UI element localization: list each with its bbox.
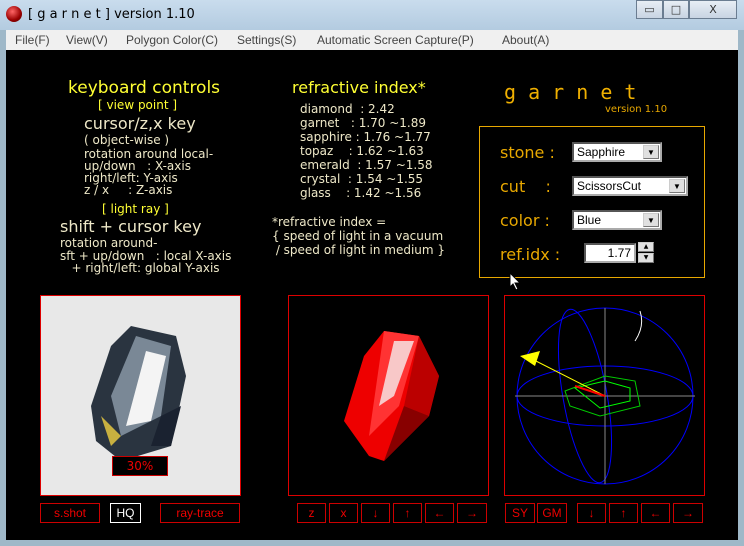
stone-select[interactable]: Sapphire ▼ bbox=[572, 142, 662, 162]
cut-label: cut : bbox=[500, 177, 551, 196]
window-title: [ g a r n e t ] version 1.10 bbox=[28, 7, 195, 22]
cursor-key-label: cursor/z,x key bbox=[84, 114, 196, 133]
chevron-down-icon[interactable]: ▼ bbox=[643, 213, 659, 227]
main-area: keyboard controls [ view point ] cursor/… bbox=[6, 50, 738, 540]
light-down-button[interactable]: ↓ bbox=[577, 503, 606, 523]
menu-view[interactable]: View(V) bbox=[66, 33, 108, 47]
garnet-app-icon bbox=[6, 6, 22, 22]
light-right-button[interactable]: → bbox=[673, 503, 703, 523]
color-value: Blue bbox=[577, 213, 602, 227]
down-arrow-button[interactable]: ↓ bbox=[361, 503, 390, 523]
refractive-row: topaz : 1.62 ~1.63 bbox=[300, 144, 424, 158]
refractive-note: *refractive index = { speed of light in … bbox=[272, 215, 445, 257]
maximize-button[interactable]: □ bbox=[663, 0, 689, 19]
rotation-around-text: rotation around- bbox=[60, 236, 158, 250]
light-left-button[interactable]: ← bbox=[641, 503, 670, 523]
sft-right-left-text: + right/left: global Y-axis bbox=[60, 261, 220, 275]
note-line: { speed of light in a vacuum bbox=[272, 229, 444, 243]
object-wise-text: ( object-wise ) bbox=[84, 133, 170, 147]
wireframe-viewport[interactable] bbox=[504, 295, 705, 496]
menu-file[interactable]: File(F) bbox=[15, 33, 50, 47]
chevron-down-icon[interactable]: ▼ bbox=[643, 145, 659, 159]
progress-label: 30% bbox=[112, 456, 168, 476]
refractive-row: diamond : 2.42 bbox=[300, 102, 395, 116]
chevron-down-icon[interactable]: ▼ bbox=[669, 179, 685, 193]
stone-label: stone : bbox=[500, 143, 555, 162]
raytrace-viewport[interactable]: 30% bbox=[40, 295, 241, 496]
sy-button[interactable]: SY bbox=[505, 503, 535, 523]
title-bar: [ g a r n e t ] version 1.10 ▭ □ X bbox=[0, 0, 744, 30]
minimize-button[interactable]: ▭ bbox=[636, 0, 663, 19]
menu-bar: File(F) View(V) Polygon Color(C) Setting… bbox=[6, 30, 738, 50]
spin-down-icon[interactable]: ▼ bbox=[638, 253, 654, 263]
stone-value: Sapphire bbox=[577, 145, 626, 159]
shift-cursor-label: shift + cursor key bbox=[60, 217, 202, 236]
refractive-row: crystal : 1.54 ~1.55 bbox=[300, 172, 424, 186]
gm-button[interactable]: GM bbox=[537, 503, 567, 523]
note-line: / speed of light in medium } bbox=[272, 243, 446, 257]
cut-select[interactable]: ScissorsCut ▼ bbox=[572, 176, 688, 196]
refractive-row: garnet : 1.70 ~1.89 bbox=[300, 116, 426, 130]
polygon-gem bbox=[344, 331, 439, 461]
note-line: *refractive index = bbox=[272, 215, 387, 229]
up-arrow-button[interactable]: ↑ bbox=[393, 503, 422, 523]
brand-logo: g a r n e t bbox=[504, 80, 637, 104]
light-up-button[interactable]: ↑ bbox=[609, 503, 638, 523]
refractive-title: refractive index* bbox=[292, 78, 426, 97]
refidx-input[interactable]: 1.77 bbox=[584, 243, 636, 263]
refractive-row: glass : 1.42 ~1.56 bbox=[300, 186, 422, 200]
refidx-label: ref.idx : bbox=[500, 245, 561, 264]
menu-polygon-color[interactable]: Polygon Color(C) bbox=[126, 33, 218, 47]
cut-value: ScissorsCut bbox=[577, 179, 642, 193]
mouse-cursor-icon bbox=[509, 272, 522, 291]
close-button[interactable]: X bbox=[689, 0, 737, 19]
refractive-row: sapphire : 1.76 ~1.77 bbox=[300, 130, 431, 144]
left-arrow-button[interactable]: ← bbox=[425, 503, 454, 523]
refractive-list: diamond : 2.42 garnet : 1.70 ~1.89 sapph… bbox=[300, 102, 433, 200]
color-select[interactable]: Blue ▼ bbox=[572, 210, 662, 230]
raytrace-button[interactable]: ray-trace bbox=[160, 503, 240, 523]
menu-about[interactable]: About(A) bbox=[502, 33, 549, 47]
spin-up-icon[interactable]: ▲ bbox=[638, 242, 654, 252]
right-arrow-button[interactable]: → bbox=[457, 503, 487, 523]
menu-auto-capture[interactable]: Automatic Screen Capture(P) bbox=[317, 33, 474, 47]
color-label: color : bbox=[500, 211, 550, 230]
rotate-x-button[interactable]: x bbox=[329, 503, 358, 523]
light-ray-heading: [ light ray ] bbox=[102, 202, 169, 216]
keyboard-title: keyboard controls bbox=[68, 78, 221, 98]
hq-button[interactable]: HQ bbox=[110, 503, 141, 523]
refidx-spinner[interactable]: ▲ ▼ bbox=[638, 242, 654, 263]
view-point-heading: [ view point ] bbox=[98, 98, 178, 112]
rotate-z-button[interactable]: z bbox=[297, 503, 326, 523]
brand-version: version 1.10 bbox=[605, 104, 668, 115]
refractive-row: emerald : 1.57 ~1.58 bbox=[300, 158, 433, 172]
polygon-viewport[interactable] bbox=[288, 295, 489, 496]
menu-settings[interactable]: Settings(S) bbox=[237, 33, 296, 47]
settings-box: stone : Sapphire ▼ cut : ScissorsCut ▼ col… bbox=[479, 126, 705, 278]
screenshot-button[interactable]: s.shot bbox=[40, 503, 100, 523]
zx-text: z / x : Z-axis bbox=[84, 183, 173, 197]
wireframe-axes bbox=[515, 307, 695, 485]
